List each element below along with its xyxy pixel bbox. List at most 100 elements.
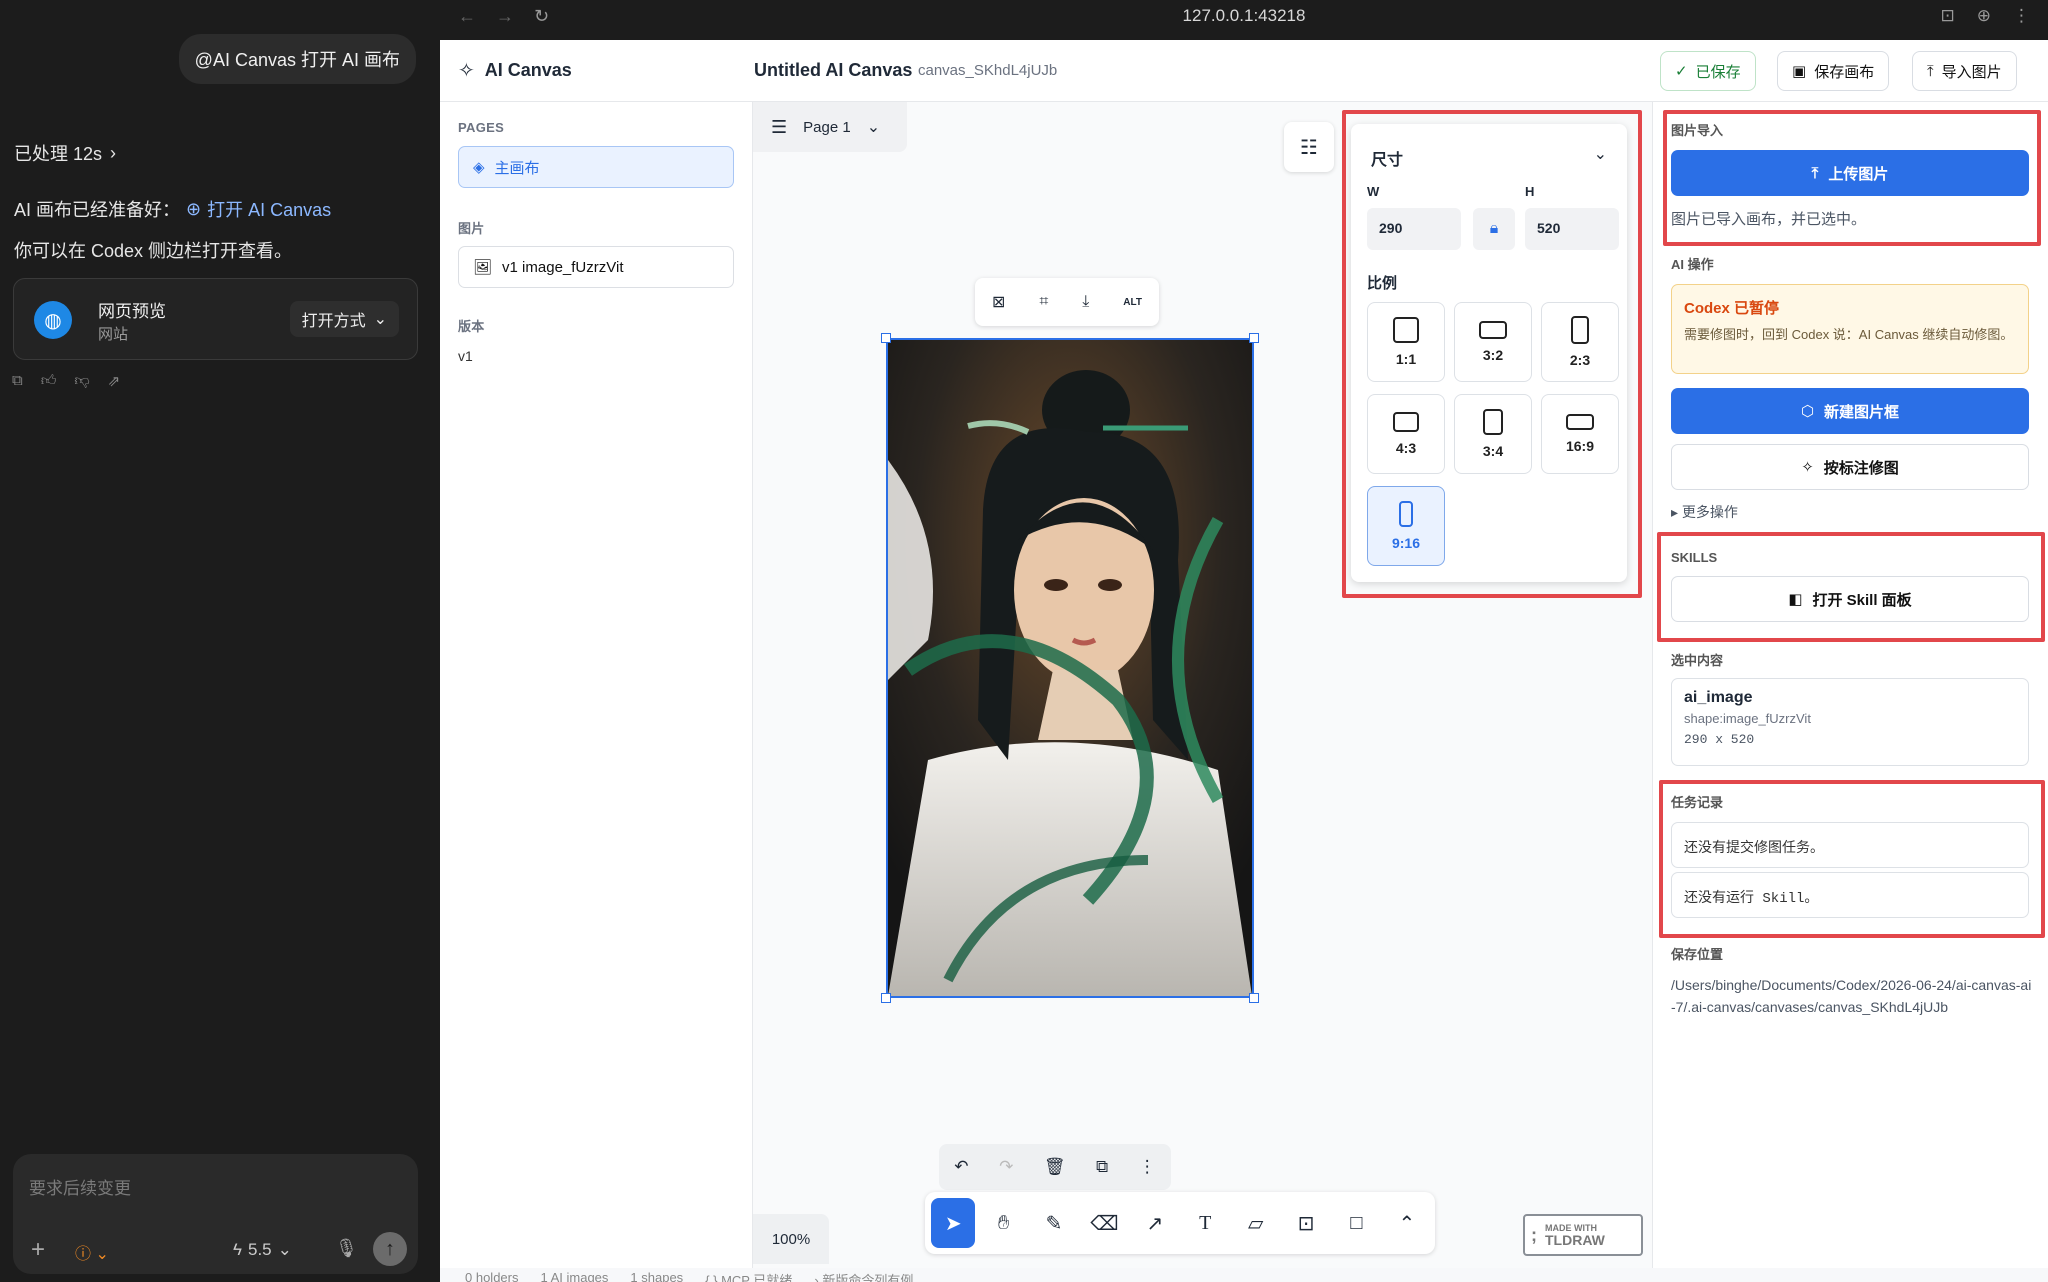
- resize-handle[interactable]: [881, 333, 891, 343]
- bolt-icon: ϟ: [233, 1240, 242, 1259]
- ratio-3-4[interactable]: 3:4: [1454, 394, 1532, 474]
- ratio-label-text: 3:2: [1482, 347, 1504, 363]
- open-with-button[interactable]: 打开方式 ⌄: [289, 301, 399, 337]
- ratio-2-3[interactable]: 2:3: [1541, 302, 1619, 382]
- upload-icon: ⤒: [1811, 164, 1819, 182]
- new-image-frame-button[interactable]: ⬡ 新建图片框: [1671, 388, 2029, 434]
- more-vertical-icon[interactable]: ⋮: [1139, 1157, 1156, 1177]
- annotate-edit-button[interactable]: ✧ 按标注修图: [1671, 444, 2029, 490]
- tldraw-badge[interactable]: ; MADE WITH TLDRAW: [1523, 1214, 1643, 1256]
- composer: 要求后续变更 + ⓘ ⌄ ϟ 5.5 ⌄ 🎙︎ ↑: [13, 1154, 418, 1274]
- image-tool-icon[interactable]: ⊡: [1284, 1198, 1328, 1248]
- draw-tool-icon[interactable]: ✎: [1032, 1198, 1076, 1248]
- copy-icon[interactable]: ⧉: [12, 372, 23, 390]
- saved-status-button[interactable]: ✓ 已保存: [1660, 51, 1756, 91]
- more-ops-toggle[interactable]: ▸ 更多操作: [1671, 502, 1738, 522]
- page-name[interactable]: Page 1: [803, 119, 851, 136]
- saved-label: 已保存: [1695, 63, 1741, 81]
- redo-icon[interactable]: ↷: [999, 1157, 1013, 1177]
- arrow-tool-icon[interactable]: ↗: [1133, 1198, 1177, 1248]
- skill-empty-message: 还没有运行 Skill。: [1671, 872, 2029, 918]
- rectangle-tool-icon[interactable]: □: [1334, 1198, 1378, 1248]
- thumbs-down-icon[interactable]: 👎︎: [74, 372, 89, 390]
- codex-paused-notice: Codex 已暂停 需要修图时，回到 Codex 说：AI Canvas 继续自…: [1671, 284, 2029, 374]
- screenshot-icon[interactable]: ⊡: [1941, 6, 1955, 26]
- chevron-down-icon: ⌄: [373, 311, 387, 328]
- composer-input[interactable]: 要求后续变更: [29, 1174, 131, 1199]
- url-bar[interactable]: 127.0.0.1:43218: [440, 6, 2048, 26]
- image-item[interactable]: 🖼︎ v1 image_fUzrzVit: [458, 246, 734, 288]
- processed-status[interactable]: 已处理 12s ›: [14, 140, 116, 166]
- version-item[interactable]: v1: [458, 348, 473, 364]
- panel-icon: ◧: [1788, 591, 1803, 608]
- canvas-area[interactable]: ☰ Page 1 ⌄ ☷ ⊠ ⌗ ⤓ ALT 尺寸 ⌄ W H 290 🔒︎ 5…: [465, 102, 1652, 1282]
- hamburger-icon[interactable]: ☰: [771, 117, 787, 138]
- save-location-label: 保存位置: [1671, 947, 1724, 962]
- more-icon[interactable]: ⋮: [2013, 6, 2030, 26]
- width-label: W: [1367, 184, 1380, 199]
- width-input[interactable]: 290: [1367, 208, 1461, 250]
- model-selector[interactable]: ϟ 5.5 ⌄: [233, 1240, 292, 1260]
- save-canvas-button[interactable]: ▣ 保存画布: [1777, 51, 1890, 91]
- plus-icon[interactable]: +: [31, 1236, 45, 1264]
- note-tool-icon[interactable]: ▱: [1233, 1198, 1277, 1248]
- app-name: AI Canvas: [484, 60, 572, 80]
- model-label: 5.5: [248, 1240, 272, 1259]
- reply-prefix: AI 画布已经准备好：: [14, 200, 181, 220]
- duplicate-icon[interactable]: ⧉: [1096, 1157, 1108, 1177]
- tasks-section-label: 任务记录: [1671, 795, 1724, 810]
- open-ai-canvas-link[interactable]: 打开 AI Canvas: [207, 196, 331, 222]
- ratio-label-text: 2:3: [1569, 352, 1591, 368]
- sliders-icon[interactable]: ☷: [1284, 122, 1334, 172]
- text-tool-icon[interactable]: T: [1183, 1198, 1227, 1248]
- replace-image-icon[interactable]: ⊠: [992, 292, 1005, 312]
- ratio-shape: [1479, 321, 1507, 339]
- ratio-3-2[interactable]: 3:2: [1454, 302, 1532, 382]
- selected-section-label: 选中内容: [1671, 653, 1724, 668]
- trash-icon[interactable]: 🗑︎: [1044, 1157, 1066, 1177]
- web-preview-card[interactable]: ◍ 网页预览 网站 打开方式 ⌄: [13, 278, 418, 360]
- ratio-16-9[interactable]: 16:9: [1541, 394, 1619, 474]
- status-bar: 0 holders 1 AI images 1 shapes { } MCP 已…: [453, 1270, 1553, 1282]
- resize-handle[interactable]: [881, 993, 891, 1003]
- app-header: ✧ AI Canvas Untitled AI Canvas canvas_SK…: [440, 40, 2048, 102]
- resize-handle[interactable]: [1249, 333, 1259, 343]
- page-item-main[interactable]: ◈ 主画布: [458, 146, 734, 188]
- ratio-9-16[interactable]: 9:16: [1367, 486, 1445, 566]
- browser-actions: ⊡ ⊕ ⋮: [1941, 6, 2031, 26]
- select-tool-icon[interactable]: ➤: [931, 1198, 976, 1248]
- ratio-label-text: 16:9: [1565, 438, 1595, 454]
- height-input[interactable]: 520: [1525, 208, 1619, 250]
- ratio-label-text: 3:4: [1482, 443, 1504, 459]
- selected-image[interactable]: [886, 338, 1254, 998]
- share-icon[interactable]: ⇗: [108, 372, 121, 390]
- open-skill-panel-button[interactable]: ◧ 打开 Skill 面板: [1671, 576, 2029, 622]
- ratio-shape: [1393, 317, 1419, 343]
- app-brand: ✧ AI Canvas: [458, 58, 572, 83]
- resize-handle[interactable]: [1249, 993, 1259, 1003]
- permission-warning-icon[interactable]: ⓘ ⌄: [75, 1240, 109, 1264]
- alt-text-button[interactable]: ALT: [1123, 297, 1142, 308]
- chevron-down-icon[interactable]: ⌄: [1594, 144, 1607, 164]
- lock-icon[interactable]: 🔒︎: [1473, 208, 1515, 250]
- chevron-up-icon[interactable]: ⌃: [1385, 1198, 1429, 1248]
- ratio-4-3[interactable]: 4:3: [1367, 394, 1445, 474]
- pages-panel: PAGES ◈ 主画布 图片 🖼︎ v1 image_fUzrzVit 版本 v…: [440, 102, 753, 1268]
- import-image-button[interactable]: ⤒ 导入图片: [1912, 51, 2017, 91]
- crop-icon[interactable]: ⌗: [1039, 293, 1048, 311]
- download-icon[interactable]: ⤓: [1082, 293, 1089, 311]
- upload-image-button[interactable]: ⤒ 上传图片: [1671, 150, 2029, 196]
- upload-icon: ⤒: [1927, 62, 1934, 80]
- microphone-icon[interactable]: 🎙︎: [335, 1238, 358, 1259]
- zoom-level[interactable]: 100%: [753, 1214, 829, 1264]
- doc-title[interactable]: Untitled AI Canvas: [754, 60, 912, 81]
- thumbs-up-icon[interactable]: 👍︎: [41, 372, 57, 390]
- undo-icon[interactable]: ↶: [954, 1157, 968, 1177]
- send-button[interactable]: ↑: [373, 1232, 407, 1266]
- hand-tool-icon[interactable]: ✋︎: [981, 1198, 1025, 1248]
- image-toolbar: ⊠ ⌗ ⤓ ALT: [975, 278, 1159, 326]
- add-icon[interactable]: ⊕: [1977, 6, 1991, 26]
- eraser-tool-icon[interactable]: ⌫: [1082, 1198, 1126, 1248]
- page-menu[interactable]: ☰ Page 1 ⌄: [753, 102, 907, 152]
- ratio-1-1[interactable]: 1:1: [1367, 302, 1445, 382]
